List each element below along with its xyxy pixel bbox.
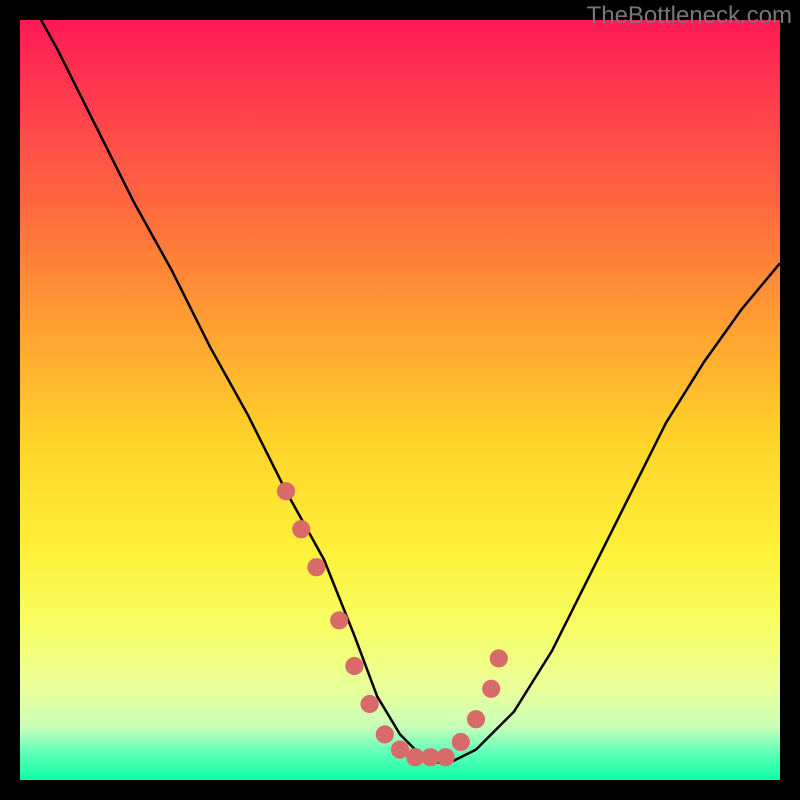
highlight-marker <box>292 520 310 538</box>
chart-svg <box>20 20 780 780</box>
highlight-marker <box>277 482 295 500</box>
chart-frame <box>20 20 780 780</box>
highlight-marker <box>330 611 348 629</box>
highlight-marker <box>345 657 363 675</box>
highlight-marker <box>490 649 508 667</box>
highlight-marker <box>361 695 379 713</box>
highlight-marker <box>467 710 485 728</box>
highlight-marker <box>307 558 325 576</box>
watermark-text: TheBottleneck.com <box>587 2 792 30</box>
highlight-marker <box>482 680 500 698</box>
highlight-marker <box>376 725 394 743</box>
bottleneck-curve <box>20 20 780 765</box>
highlight-marker <box>452 733 470 751</box>
highlight-marker <box>437 748 455 766</box>
